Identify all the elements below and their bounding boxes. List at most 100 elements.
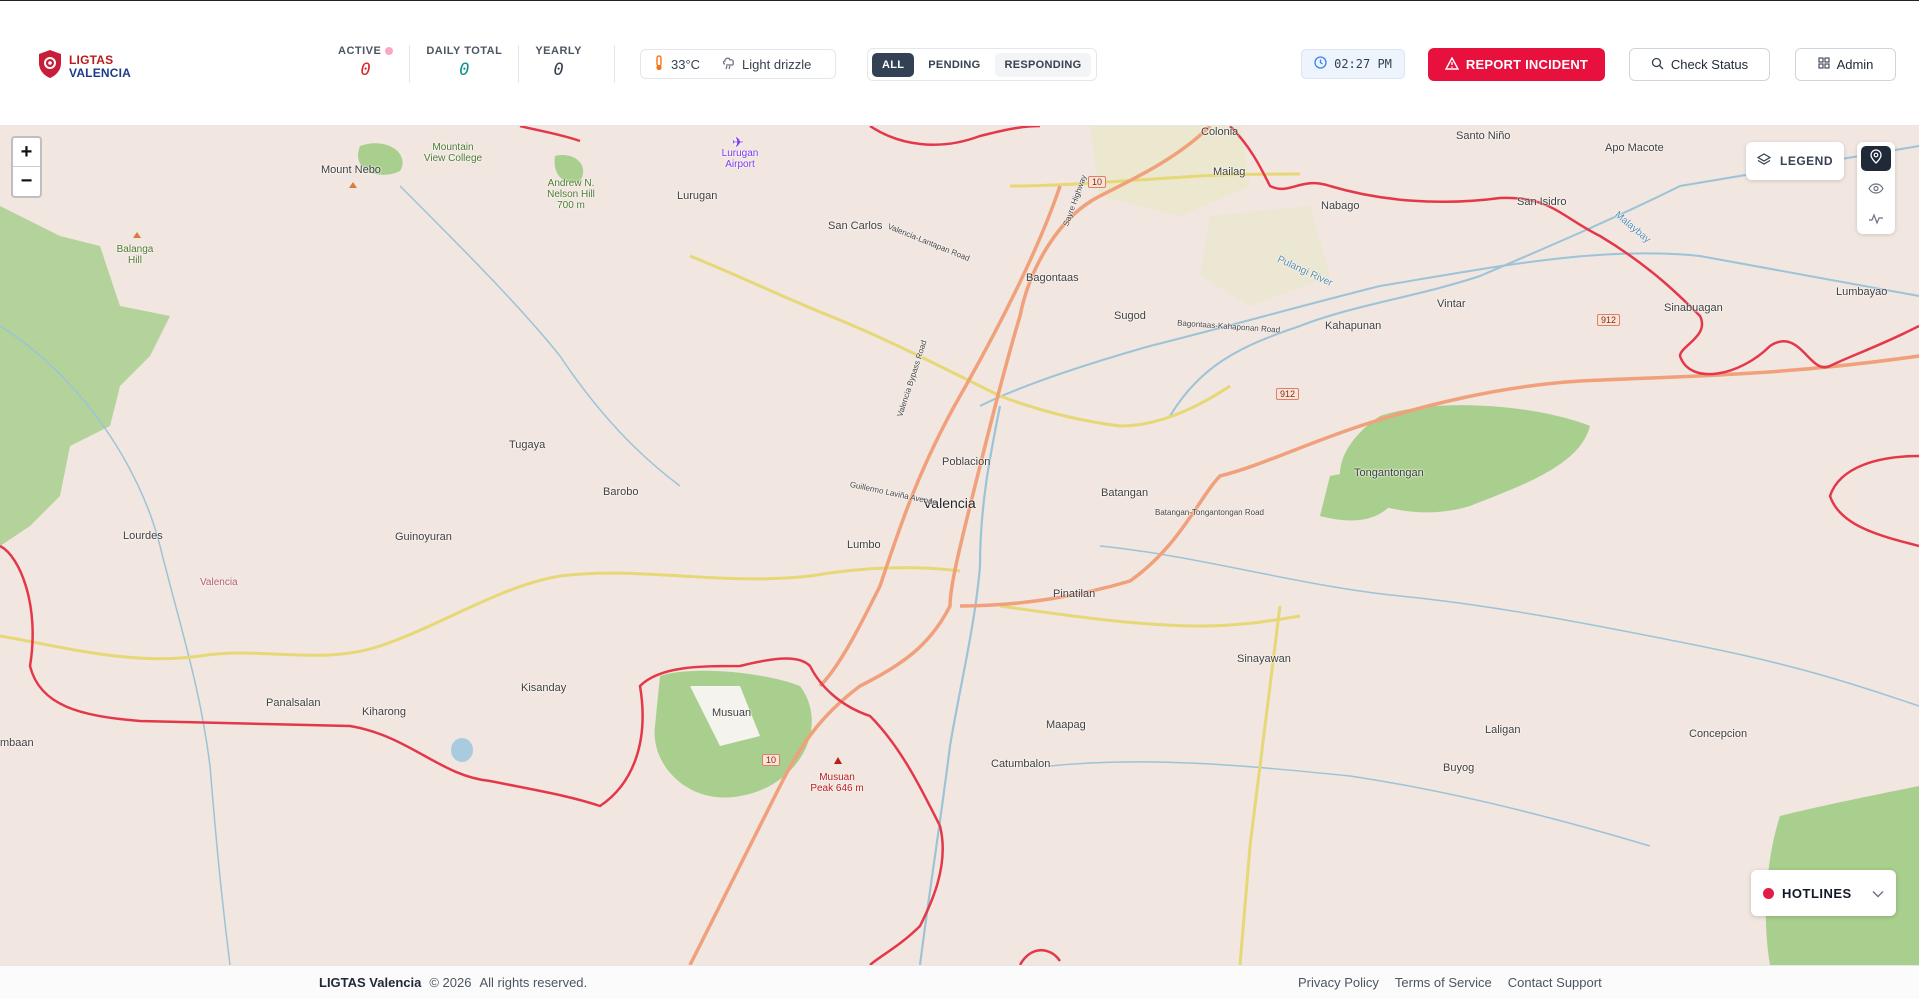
place-label: Mailag bbox=[1213, 166, 1246, 178]
stat-daily-value: 0 bbox=[459, 60, 470, 80]
logo-line-2: VALENCIA bbox=[69, 65, 132, 80]
place-label: San Isidro bbox=[1517, 196, 1567, 208]
admin-button[interactable]: Admin bbox=[1795, 48, 1896, 81]
place-label: Kisanday bbox=[521, 682, 567, 694]
route-shield: 10 bbox=[1088, 176, 1107, 188]
place-label: Andrew N. Nelson Hill 700 m bbox=[547, 178, 595, 211]
place-label: Kiharong bbox=[362, 706, 407, 718]
place-label: Sinabuagan bbox=[1664, 302, 1723, 314]
legend-button[interactable]: LEGEND bbox=[1746, 142, 1844, 180]
route-shield: 912 bbox=[1276, 388, 1300, 400]
zoom-out-button[interactable]: − bbox=[13, 167, 40, 196]
map-pin-view-button[interactable] bbox=[1861, 146, 1891, 172]
clock-time: 02:27 PM bbox=[1334, 57, 1392, 71]
warning-triangle-icon bbox=[1444, 56, 1460, 73]
chevron-down-icon bbox=[1872, 886, 1884, 901]
place-label: Buyog bbox=[1443, 762, 1475, 774]
stat-yearly-value: 0 bbox=[553, 60, 564, 80]
stat-active: ACTIVE 0 bbox=[322, 45, 411, 83]
app-logo[interactable]: LIGTAS VALENCIA bbox=[37, 49, 131, 84]
filter-all[interactable]: ALL bbox=[872, 52, 915, 77]
page-footer: LIGTAS Valencia © 2026 All rights reserv… bbox=[0, 965, 1919, 999]
place-label: Catumbalon bbox=[991, 758, 1051, 770]
place-label: Balanga Hill bbox=[116, 244, 154, 266]
activity-view-button[interactable] bbox=[1861, 209, 1891, 234]
contact-support-link[interactable]: Contact Support bbox=[1508, 975, 1602, 990]
report-incident-label: REPORT INCIDENT bbox=[1465, 57, 1589, 72]
place-label: mbaan bbox=[0, 737, 34, 749]
place-label: Pinatilan bbox=[1053, 588, 1096, 600]
place-label: Batangan bbox=[1101, 487, 1149, 499]
privacy-policy-link[interactable]: Privacy Policy bbox=[1298, 975, 1379, 990]
place-label: Lumbayao bbox=[1836, 286, 1888, 298]
footer-brand: LIGTAS Valencia bbox=[319, 975, 422, 990]
place-label: Colonia bbox=[1201, 126, 1239, 138]
stat-daily-total: DAILY TOTAL 0 bbox=[410, 45, 520, 83]
live-dot-icon bbox=[385, 47, 394, 55]
place-label: Lumbo bbox=[847, 539, 881, 551]
boundary-label: Valencia bbox=[200, 577, 238, 588]
place-label: Nabago bbox=[1321, 200, 1360, 212]
hotlines-label: HOTLINES bbox=[1782, 885, 1852, 901]
stat-active-label: ACTIVE bbox=[338, 45, 382, 57]
check-status-button[interactable]: Check Status bbox=[1629, 48, 1770, 81]
route-shield: 912 bbox=[1597, 314, 1621, 326]
place-label: Barobo bbox=[603, 486, 639, 498]
place-label: Santo Niño bbox=[1456, 130, 1511, 142]
activity-pulse-icon bbox=[1868, 212, 1884, 230]
incident-map[interactable]: Poblacion Valencia Colonia Santo Niño Ap… bbox=[0, 126, 1919, 965]
logo-line-1: LIGTAS bbox=[69, 52, 114, 67]
filter-responding[interactable]: RESPONDING bbox=[994, 52, 1092, 77]
place-label: Maapag bbox=[1046, 719, 1086, 731]
place-label: Musuan bbox=[712, 707, 752, 719]
report-incident-button[interactable]: REPORT INCIDENT bbox=[1428, 48, 1605, 81]
place-label-airport: Lurugan Airport bbox=[721, 148, 759, 170]
place-label: Tongantongan bbox=[1354, 467, 1424, 479]
stat-yearly-label: YEARLY bbox=[535, 45, 582, 57]
route-shield: 10 bbox=[762, 754, 781, 766]
eye-icon bbox=[1868, 181, 1884, 199]
footer-rights: All rights reserved. bbox=[479, 975, 588, 990]
hotlines-dropdown[interactable]: HOTLINES bbox=[1751, 870, 1896, 916]
place-label: Apo Macote bbox=[1605, 142, 1664, 154]
current-time: 02:27 PM bbox=[1301, 49, 1405, 79]
filter-pending[interactable]: PENDING bbox=[918, 53, 990, 77]
search-icon bbox=[1651, 57, 1664, 73]
place-label: Mountain View College bbox=[423, 142, 483, 164]
footer-copyright: © 2026 bbox=[429, 975, 472, 990]
place-label: Tugaya bbox=[509, 439, 546, 451]
place-label: Vintar bbox=[1437, 298, 1466, 310]
stat-daily-label: DAILY TOTAL bbox=[426, 45, 503, 57]
shield-logo-icon bbox=[37, 49, 63, 84]
top-navigation-bar: LIGTAS VALENCIA ACTIVE 0 DAILY TOTAL 0 Y… bbox=[0, 0, 1919, 126]
place-label: Guinoyuran bbox=[395, 531, 452, 543]
legend-label: LEGEND bbox=[1779, 154, 1833, 168]
place-label: Lurugan bbox=[677, 190, 718, 202]
place-label: Poblacion bbox=[942, 456, 991, 468]
admin-label: Admin bbox=[1836, 57, 1874, 72]
layers-icon bbox=[1756, 152, 1772, 170]
clock-icon bbox=[1314, 56, 1327, 72]
place-label: Sugod bbox=[1114, 310, 1146, 322]
terms-of-service-link[interactable]: Terms of Service bbox=[1395, 975, 1492, 990]
map-pin-icon bbox=[1870, 149, 1882, 169]
place-label: Panalsalan bbox=[266, 697, 321, 709]
zoom-in-button[interactable]: + bbox=[13, 138, 40, 167]
stat-active-value: 0 bbox=[360, 60, 371, 80]
visibility-view-button[interactable] bbox=[1861, 177, 1891, 202]
airport-icon: ✈ bbox=[732, 134, 744, 150]
place-label: Laligan bbox=[1485, 724, 1521, 736]
place-label: Lourdes bbox=[123, 530, 163, 542]
place-label: Bagontaas bbox=[1026, 272, 1079, 284]
road-label: Batangan-Tongantongan Road bbox=[1155, 508, 1264, 517]
place-label: Concepcion bbox=[1689, 728, 1748, 740]
place-label: Sinayawan bbox=[1237, 653, 1291, 665]
map-view-toolbar bbox=[1857, 142, 1895, 234]
thermometer-icon bbox=[653, 54, 665, 74]
stat-yearly: YEARLY 0 bbox=[519, 45, 615, 83]
place-label: San Carlos bbox=[828, 220, 883, 232]
place-label-peak: Musuan Peak 646 m bbox=[810, 772, 864, 794]
check-status-label: Check Status bbox=[1670, 57, 1749, 72]
weather-widget: 33°C Light drizzle bbox=[640, 49, 836, 79]
grid-icon bbox=[1818, 57, 1830, 72]
